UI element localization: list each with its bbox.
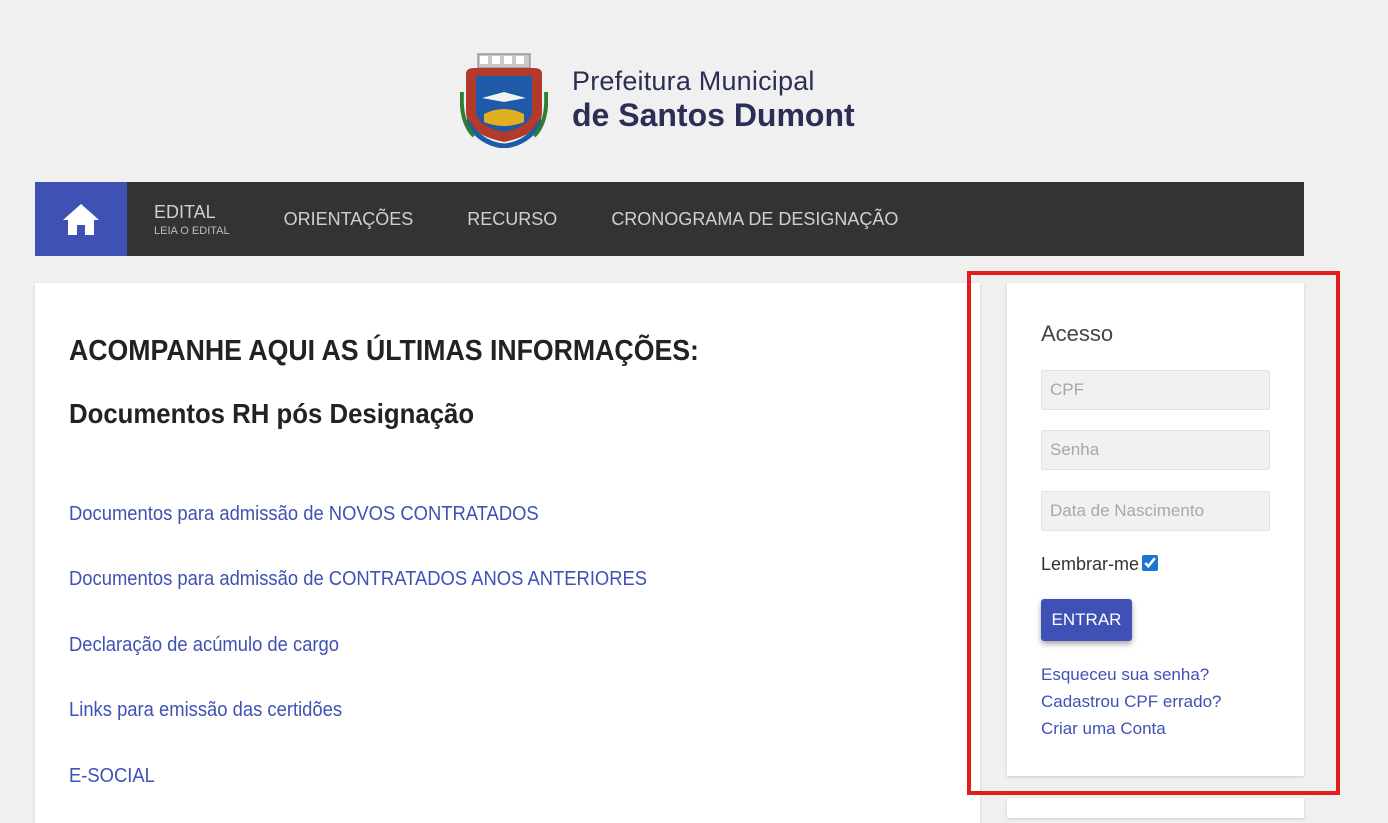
forgot-password-link[interactable]: Esqueceu sua senha? xyxy=(1041,665,1209,685)
link-contratados-anteriores[interactable]: Documentos para admissão de CONTRATADOS … xyxy=(69,568,647,591)
nav-item-label: RECURSO xyxy=(467,208,558,229)
page-header: Prefeitura Municipal de Santos Dumont xyxy=(0,0,1388,182)
wrong-cpf-link[interactable]: Cadastrou CPF errado? xyxy=(1041,692,1221,712)
nav-item-edital[interactable]: EDITAL LEIA O EDITAL xyxy=(127,182,257,256)
link-declaracao-acumulo[interactable]: Declaração de acúmulo de cargo xyxy=(69,634,339,657)
password-input[interactable] xyxy=(1041,430,1270,470)
login-title: Acesso xyxy=(1041,321,1114,346)
remember-me-label: Lembrar-me xyxy=(1041,554,1140,574)
nav-item-cronograma[interactable]: CRONOGRAMA DE DESIGNAÇÃO xyxy=(584,182,925,256)
link-novos-contratados[interactable]: Documentos para admissão de NOVOS CONTRA… xyxy=(69,503,539,526)
nav-item-label: ORIENTAÇÕES xyxy=(283,208,414,229)
logo-title: Prefeitura Municipal xyxy=(572,66,815,96)
logo-subtitle: de Santos Dumont xyxy=(572,97,855,133)
nav-item-label: CRONOGRAMA DE DESIGNAÇÃO xyxy=(611,208,899,229)
login-card: Acesso Lembrar-me ENTRAR Esqueceu sua se… xyxy=(1007,283,1304,776)
cpf-input[interactable] xyxy=(1041,370,1270,410)
page-title: ACOMPANHE AQUI AS ÚLTIMAS INFORMAÇÕES: xyxy=(69,335,699,367)
remember-me-checkbox[interactable] xyxy=(1142,554,1159,571)
login-button[interactable]: ENTRAR xyxy=(1041,599,1132,641)
link-certidoes[interactable]: Links para emissão das certidões xyxy=(69,699,342,722)
birthdate-input[interactable] xyxy=(1041,491,1270,531)
home-icon xyxy=(63,204,99,235)
nav-item-label: EDITAL xyxy=(154,201,216,222)
nav-item-sublabel: LEIA O EDITAL xyxy=(154,224,230,237)
news-card: ACOMPANHE AQUI AS ÚLTIMAS INFORMAÇÕES: D… xyxy=(35,283,980,823)
main-navbar: EDITAL LEIA O EDITAL ORIENTAÇÕES RECURSO… xyxy=(35,182,1304,256)
create-account-link[interactable]: Criar uma Conta xyxy=(1041,719,1166,739)
link-esocial[interactable]: E-SOCIAL xyxy=(69,765,155,788)
home-button[interactable] xyxy=(35,182,127,256)
nav-item-orientacoes[interactable]: ORIENTAÇÕES xyxy=(257,182,441,256)
section-subtitle: Documentos RH pós Designação xyxy=(69,398,475,429)
secondary-card xyxy=(1007,798,1304,818)
nav-item-recurso[interactable]: RECURSO xyxy=(440,182,584,256)
coat-of-arms-icon xyxy=(460,53,548,148)
remember-me: Lembrar-me xyxy=(1041,554,1159,575)
